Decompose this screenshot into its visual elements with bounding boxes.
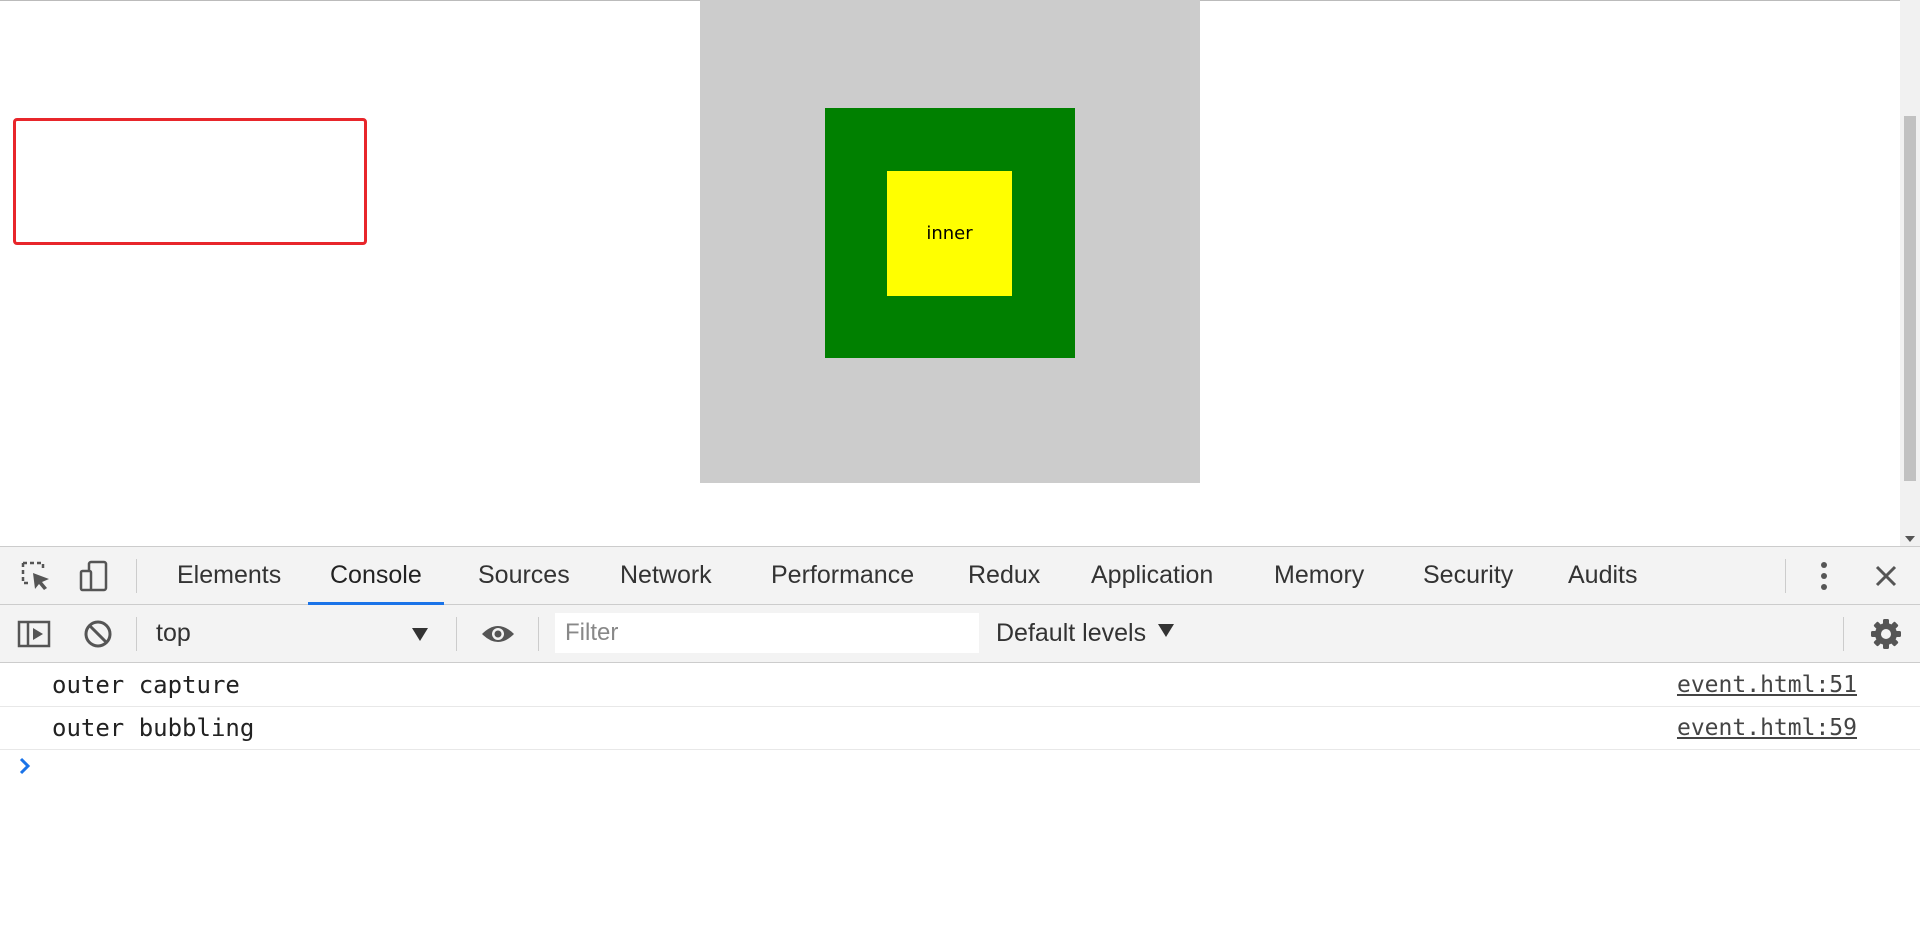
toolbar-separator <box>1843 617 1844 651</box>
tab-application[interactable]: Application <box>1069 547 1235 604</box>
device-toolbar-icon[interactable] <box>72 547 116 605</box>
tab-security[interactable]: Security <box>1401 547 1535 604</box>
console-output[interactable]: outer capture event.html:51 outer bubbli… <box>0 664 1920 944</box>
tab-network[interactable]: Network <box>598 547 734 604</box>
page-scrollbar-thumb[interactable] <box>1904 116 1916 481</box>
scroll-down-arrow-icon[interactable] <box>1905 536 1915 542</box>
tab-console[interactable]: Console <box>308 547 444 605</box>
page-scrollbar[interactable] <box>1900 0 1920 546</box>
more-options-icon[interactable] <box>1806 547 1842 605</box>
console-toolbar: top Default levels <box>0 605 1920 663</box>
tab-elements[interactable]: Elements <box>155 547 303 604</box>
inner-box-label: inner <box>926 223 973 244</box>
console-message-text: outer capture <box>52 671 240 699</box>
live-expression-eye-icon[interactable] <box>476 605 520 663</box>
console-prompt[interactable] <box>0 750 1920 790</box>
inspect-element-icon[interactable] <box>14 547 58 605</box>
toolbar-separator <box>136 617 137 651</box>
prompt-chevron-icon <box>19 757 31 775</box>
console-message-source-link[interactable]: event.html:59 <box>1677 707 1857 750</box>
context-selector-value: top <box>156 619 191 647</box>
filter-input[interactable] <box>555 613 979 653</box>
tab-sources[interactable]: Sources <box>456 547 592 604</box>
dropdown-caret-icon <box>1158 624 1175 637</box>
tab-performance[interactable]: Performance <box>749 547 936 604</box>
settings-gear-icon[interactable] <box>1864 605 1908 663</box>
inner-box[interactable]: inner <box>887 171 1012 296</box>
console-message: outer bubbling event.html:59 <box>0 707 1920 750</box>
tab-redux[interactable]: Redux <box>946 547 1062 604</box>
outer-box[interactable]: inner <box>700 0 1200 483</box>
clear-console-icon[interactable] <box>76 605 120 663</box>
log-levels-label: Default levels <box>996 619 1147 647</box>
page-viewport: inner <box>0 0 1920 546</box>
tab-memory[interactable]: Memory <box>1252 547 1386 604</box>
console-message: outer capture event.html:51 <box>0 664 1920 707</box>
middle-box[interactable]: inner <box>825 108 1075 358</box>
context-selector[interactable]: top <box>140 605 442 662</box>
tab-audits[interactable]: Audits <box>1546 547 1659 604</box>
show-sidebar-icon[interactable] <box>12 605 56 663</box>
console-message-text: outer bubbling <box>52 714 255 742</box>
toolbar-separator <box>1785 559 1786 593</box>
console-message-source-link[interactable]: event.html:51 <box>1677 664 1857 707</box>
devtools-panel: Elements Console Sources Network Perform… <box>0 546 1920 944</box>
devtools-main-toolbar: Elements Console Sources Network Perform… <box>0 547 1920 605</box>
toolbar-separator <box>538 617 539 651</box>
toolbar-separator <box>456 617 457 651</box>
log-levels-dropdown[interactable]: Default levels <box>996 605 1175 662</box>
close-icon[interactable] <box>1866 547 1906 605</box>
toolbar-separator <box>136 559 137 593</box>
dropdown-caret-icon <box>412 628 428 641</box>
